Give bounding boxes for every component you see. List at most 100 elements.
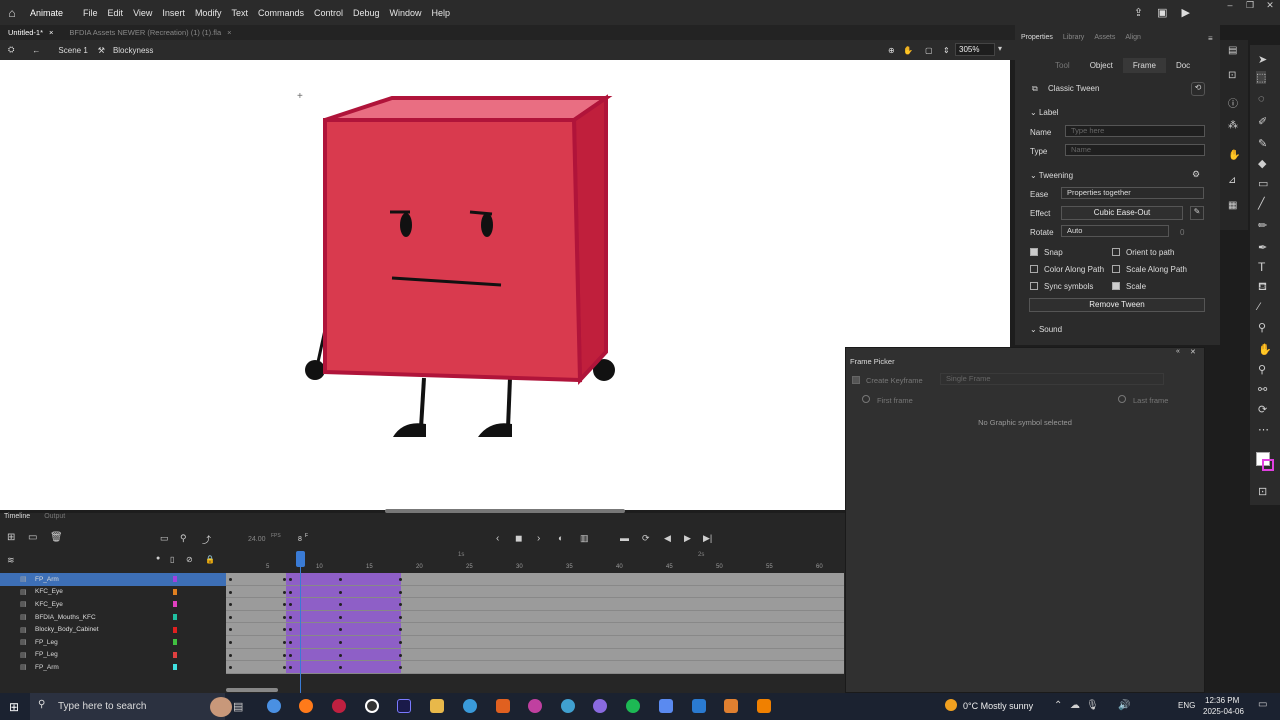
scale-path-checkbox[interactable]: [1112, 265, 1120, 273]
frames-row[interactable]: [226, 573, 844, 586]
transform-icon[interactable]: ⊡: [1228, 70, 1236, 81]
keyframe-marker[interactable]: [283, 641, 286, 644]
keyframe-marker[interactable]: [289, 590, 292, 594]
minimize-icon[interactable]: –: [1220, 0, 1240, 12]
chrome-icon[interactable]: [267, 699, 281, 713]
keyframe-marker[interactable]: [289, 653, 292, 657]
timeline-scrollbar[interactable]: [226, 688, 278, 692]
keyframe-marker[interactable]: [229, 603, 232, 607]
menu-debug[interactable]: Debug: [353, 8, 380, 18]
tween-span[interactable]: [286, 636, 401, 648]
subtab-object[interactable]: Object: [1080, 58, 1123, 73]
tab-timeline[interactable]: Timeline: [4, 513, 30, 525]
layer-name[interactable]: FP_Arm: [35, 576, 59, 583]
tween-span[interactable]: [286, 648, 401, 661]
opera-icon[interactable]: [332, 699, 346, 713]
keyframe-marker[interactable]: [283, 590, 286, 594]
folder-icon[interactable]: ▭: [28, 532, 37, 543]
type-select[interactable]: Name: [1065, 144, 1205, 156]
frame-icon[interactable]: ⊡: [1258, 485, 1267, 498]
library-icon[interactable]: ▤: [1228, 45, 1237, 56]
rectangle-tool-icon[interactable]: ▭: [1258, 177, 1268, 190]
paint-brush-icon[interactable]: ✎: [1258, 137, 1267, 150]
create-keyframe-checkbox[interactable]: [852, 376, 860, 384]
layer-name[interactable]: FP_Leg: [35, 651, 58, 658]
app-icon-7[interactable]: [692, 699, 706, 713]
app-icon-6[interactable]: [659, 699, 673, 713]
notification-icon[interactable]: ▭: [1258, 699, 1267, 710]
keyframe-marker[interactable]: [399, 603, 402, 607]
keyframe-marker[interactable]: [229, 628, 232, 632]
tab-properties[interactable]: Properties: [1021, 34, 1053, 41]
menu-commands[interactable]: Commands: [258, 8, 304, 18]
frames-row[interactable]: [226, 598, 844, 611]
center-stage-icon[interactable]: ⊕: [888, 46, 895, 55]
tween-span[interactable]: [286, 661, 401, 673]
layer-row[interactable]: ▤ KFC_Eye: [0, 598, 226, 611]
first-frame-radio[interactable]: [862, 395, 870, 403]
app-icon-3[interactable]: [528, 699, 542, 713]
keyframe-marker[interactable]: [289, 641, 292, 644]
pencil-icon[interactable]: ✎: [1190, 206, 1204, 220]
orient-checkbox[interactable]: [1112, 248, 1120, 256]
layer-name[interactable]: KFC_Eye: [35, 601, 63, 608]
tweening-section[interactable]: ⌄ Tweening: [1030, 171, 1073, 180]
layer-row[interactable]: ▤ FP_Leg: [0, 648, 226, 662]
zoom-dropdown-icon[interactable]: ▾: [998, 44, 1002, 53]
tray-arrow-icon[interactable]: ⌃: [1054, 700, 1062, 711]
zoom-tool-icon[interactable]: ⚲: [1258, 363, 1266, 376]
zoom-arrows-icon[interactable]: ⇕: [943, 46, 950, 55]
layer-row[interactable]: ▤ FP_Arm: [0, 573, 226, 586]
clock-date[interactable]: 2025-04-06: [1203, 707, 1244, 716]
network-icon[interactable]: ☁: [1070, 700, 1080, 711]
frames-row[interactable]: [226, 585, 844, 599]
app-icon-4[interactable]: [561, 699, 575, 713]
brush-tool-icon[interactable]: ✐: [1258, 115, 1267, 128]
animate-icon[interactable]: [397, 699, 411, 713]
menu-edit[interactable]: Edit: [108, 8, 124, 18]
pin-tool-icon[interactable]: ⚲: [1258, 321, 1266, 334]
pencil-tool-icon[interactable]: ✏: [1258, 219, 1267, 232]
layer-name[interactable]: FP_Leg: [35, 639, 58, 646]
layer-color-swatch[interactable]: [173, 576, 177, 583]
ease-select[interactable]: Properties together: [1061, 187, 1204, 199]
keyframe-marker[interactable]: [339, 653, 342, 657]
panel-menu-icon[interactable]: ≡: [1208, 34, 1213, 43]
taskbar-search[interactable]: ⚲ Type here to search: [30, 693, 232, 720]
layer-color-swatch[interactable]: [173, 651, 177, 658]
text-tool-icon[interactable]: T: [1258, 260, 1265, 274]
tween-span[interactable]: [286, 573, 401, 585]
keyframe-marker[interactable]: [229, 653, 232, 657]
mode-select[interactable]: Single Frame: [940, 373, 1164, 385]
effect-button[interactable]: Cubic Ease-Out: [1061, 206, 1183, 220]
layer-row[interactable]: ▤ Blocky_Body_Cabinet: [0, 623, 226, 636]
subselection-tool-icon[interactable]: ⬚: [1256, 71, 1267, 84]
info-icon[interactable]: ⓘ: [1228, 95, 1238, 110]
tween-span[interactable]: [286, 610, 401, 623]
remove-tween-button[interactable]: Remove Tween: [1029, 298, 1205, 312]
fill-color-swatch[interactable]: [1262, 459, 1274, 471]
tab-assets[interactable]: Assets: [1094, 34, 1115, 41]
layer-color-swatch[interactable]: [173, 664, 177, 671]
play-icon[interactable]: ▶: [1182, 6, 1190, 19]
clip-stage-icon[interactable]: ▢: [925, 46, 933, 55]
sync-checkbox[interactable]: [1030, 282, 1038, 290]
graph-icon[interactable]: ⤴: [202, 533, 211, 546]
play-button[interactable]: ▶: [684, 533, 691, 544]
tab-output[interactable]: Output: [44, 513, 65, 525]
visibility-icon[interactable]: ⊘: [186, 555, 193, 564]
volume-icon[interactable]: 🔊: [1118, 700, 1130, 711]
subtab-tool[interactable]: Tool: [1045, 58, 1080, 73]
name-input[interactable]: Type here: [1065, 125, 1205, 137]
keyframe-marker[interactable]: [399, 590, 402, 594]
scale-checkbox[interactable]: [1112, 282, 1120, 290]
layer-name[interactable]: Blocky_Body_Cabinet: [35, 626, 99, 633]
app-icon-2[interactable]: [496, 699, 510, 713]
next-keyframe-icon[interactable]: ›: [537, 533, 540, 544]
close-icon[interactable]: ×: [227, 28, 231, 37]
camera-tool-icon[interactable]: ⟳: [1258, 403, 1267, 416]
layer-name[interactable]: BFDIA_Mouths_KFC: [35, 614, 96, 621]
eraser-tool-icon[interactable]: ◆: [1258, 157, 1266, 170]
keyframe-marker[interactable]: [399, 641, 402, 644]
app-icon-1[interactable]: [463, 699, 477, 713]
